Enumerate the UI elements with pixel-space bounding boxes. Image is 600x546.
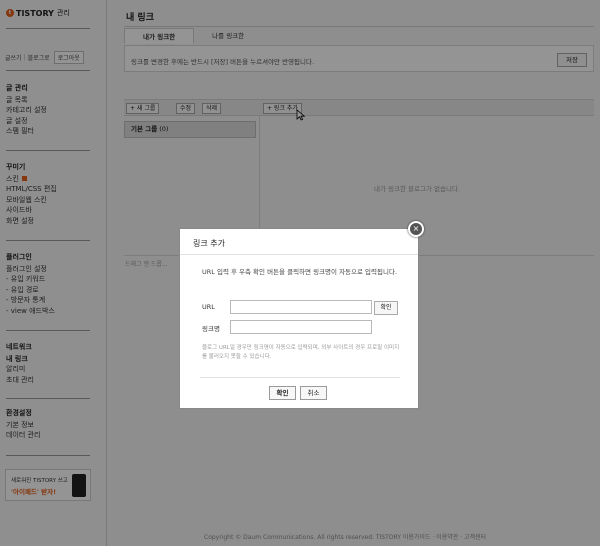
url-check-button[interactable]: 확인 [374,301,398,315]
dialog-note: 블로그 URL일 경우만 링크명이 자동으로 입력되며, 외부 사이트의 경우 … [202,345,400,360]
dialog-description: URL 입력 후 우측 확인 버튼을 클릭하면 링크명이 자동으로 입력됩니다. [202,268,398,276]
dialog-footer-divider [200,377,400,378]
url-label: URL [202,303,215,311]
cancel-button[interactable]: 취소 [300,386,327,400]
url-input[interactable] [230,300,372,314]
link-name-label: 링크명 [202,325,220,333]
dialog-title: 링크 추가 [193,239,225,248]
add-link-dialog: 링크 추가 URL 입력 후 우측 확인 버튼을 클릭하면 링크명이 자동으로 … [179,228,419,409]
close-icon[interactable]: × [408,221,424,237]
dialog-divider [180,254,418,255]
confirm-button[interactable]: 확인 [269,386,296,400]
link-name-input[interactable] [230,320,372,334]
